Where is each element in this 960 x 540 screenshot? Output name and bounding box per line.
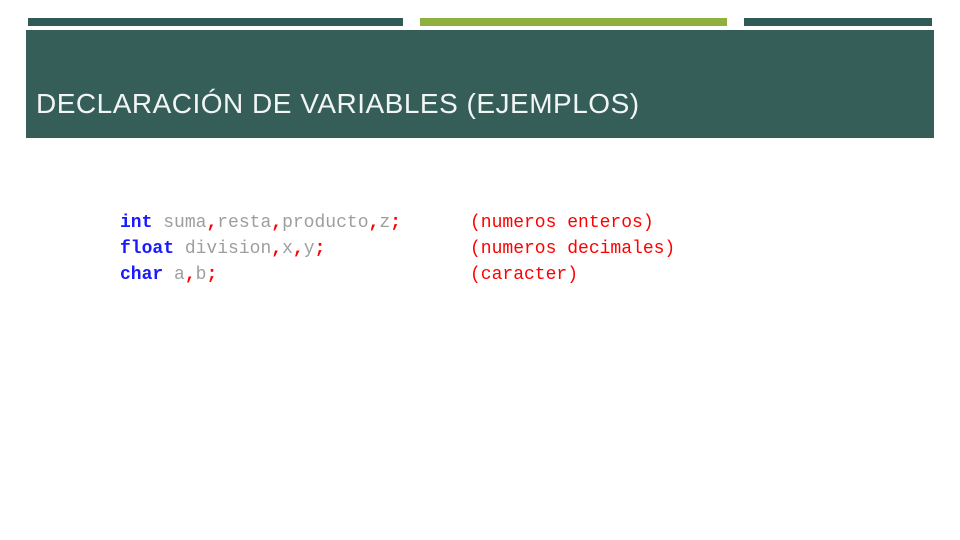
code-comment: (caracter) — [470, 262, 578, 288]
identifier: suma — [163, 213, 206, 233]
comma: , — [271, 213, 282, 233]
identifier: producto — [282, 213, 368, 233]
code-declaration: char a,b; — [120, 262, 470, 288]
comma: , — [185, 265, 196, 285]
code-declaration: float division,x,y; — [120, 236, 470, 262]
comma: , — [206, 213, 217, 233]
identifier: division — [185, 239, 271, 259]
identifier: resta — [217, 213, 271, 233]
keyword: int — [120, 213, 152, 233]
identifier: z — [379, 213, 390, 233]
ruler-segment-gap — [403, 18, 420, 26]
code-comment: (numeros decimales) — [470, 236, 675, 262]
code-line: char a,b;(caracter) — [120, 262, 860, 288]
slide: DECLARACIÓN DE VARIABLES (EJEMPLOS) int … — [0, 0, 960, 540]
code-declaration: int suma,resta,producto,z; — [120, 210, 470, 236]
code-block: int suma,resta,producto,z;(numeros enter… — [120, 210, 860, 288]
code-line: int suma,resta,producto,z;(numeros enter… — [120, 210, 860, 236]
identifier: b — [196, 265, 207, 285]
accent-ruler — [28, 18, 932, 26]
code-line: float division,x,y;(numeros decimales) — [120, 236, 860, 262]
code-comment: (numeros enteros) — [470, 210, 654, 236]
comma: , — [271, 239, 282, 259]
semicolon: ; — [315, 239, 326, 259]
identifier: a — [174, 265, 185, 285]
slide-title: DECLARACIÓN DE VARIABLES (EJEMPLOS) — [36, 88, 640, 120]
title-bar: DECLARACIÓN DE VARIABLES (EJEMPLOS) — [26, 30, 934, 138]
ruler-segment-dark — [28, 18, 403, 26]
semicolon: ; — [206, 265, 217, 285]
semicolon: ; — [390, 213, 401, 233]
identifier: x — [282, 239, 293, 259]
keyword: char — [120, 265, 163, 285]
comma: , — [293, 239, 304, 259]
highlight-strip — [120, 288, 860, 302]
keyword: float — [120, 239, 174, 259]
identifier: y — [304, 239, 315, 259]
ruler-segment-gap — [727, 18, 744, 26]
ruler-segment-dark — [744, 18, 932, 26]
ruler-segment-green — [420, 18, 727, 26]
comma: , — [369, 213, 380, 233]
